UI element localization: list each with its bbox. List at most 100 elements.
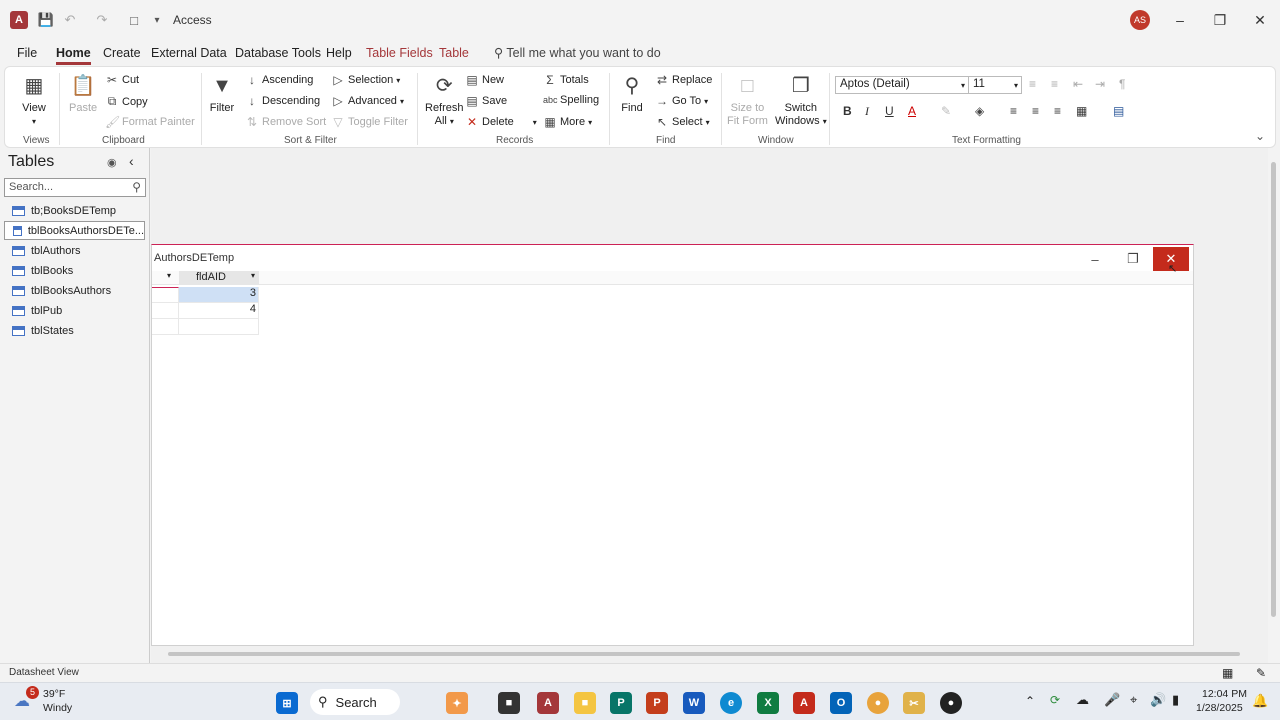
start-icon[interactable]: ⊞ <box>276 692 298 714</box>
gridlines-icon[interactable]: ▦ <box>1076 104 1087 118</box>
paste-button[interactable]: 📋 Paste <box>69 73 97 115</box>
nav-item-table[interactable]: tblBooksAuthors <box>4 281 145 300</box>
font-name-select[interactable]: Aptos (Detail) ▾ <box>835 76 969 94</box>
notification-bell-icon[interactable]: 🔔 <box>1252 693 1268 709</box>
datasheet-view-icon[interactable]: ▦ <box>1222 666 1233 680</box>
doc-minimize-button[interactable]: – <box>1077 247 1113 271</box>
tell-me-search[interactable]: ⚲ Tell me what you want to do <box>494 45 661 60</box>
table-cell[interactable]: 3 <box>179 287 259 303</box>
toggle-filter-button[interactable]: ▽ Toggle Filter <box>331 115 408 129</box>
cut-button[interactable]: ✂ Cut <box>105 73 139 87</box>
taskbar-search[interactable]: ⚲ Search <box>310 689 400 715</box>
switch-windows-button[interactable]: ❐ Switch Windows ▾ <box>775 73 827 128</box>
increase-indent-icon[interactable]: ⇥ <box>1095 77 1105 91</box>
align-center-icon[interactable]: ≡ <box>1032 104 1039 118</box>
underline-button[interactable]: U <box>885 104 894 118</box>
spelling-button[interactable]: abc Spelling <box>543 94 599 106</box>
nav-options-icon[interactable]: ◉ <box>107 156 117 169</box>
tab-home[interactable]: Home <box>56 46 91 65</box>
save-icon[interactable]: 💾 <box>37 11 55 29</box>
collapse-pane-icon[interactable]: ‹ <box>129 153 134 169</box>
doc-restore-button[interactable]: ❐ <box>1115 247 1151 271</box>
bullets-icon[interactable]: ≡ <box>1029 77 1036 91</box>
column-header-fldaid[interactable]: fldAID ▾ <box>179 271 259 285</box>
clock-date[interactable]: 1/28/2025 <box>1196 702 1243 714</box>
scroll-thumb[interactable] <box>1271 162 1276 617</box>
volume-icon[interactable]: 🔊 <box>1150 692 1166 708</box>
format-painter-button[interactable]: 🖌 Format Painter <box>105 115 195 129</box>
tab-database-tools[interactable]: Database Tools <box>235 46 321 60</box>
decrease-indent-icon[interactable]: ⇤ <box>1073 77 1083 91</box>
chrome-icon[interactable]: ● <box>867 692 889 714</box>
selection-button[interactable]: ▷ Selection ▾ <box>331 73 400 87</box>
clock-time[interactable]: 12:04 PM <box>1202 688 1247 700</box>
edge-icon[interactable]: e <box>720 692 742 714</box>
acrobat-icon[interactable]: A <box>793 692 815 714</box>
redo-icon[interactable]: ↷ <box>93 11 111 29</box>
font-size-select[interactable]: 11 ▾ <box>968 76 1022 94</box>
scroll-thumb[interactable] <box>168 652 1240 656</box>
battery-icon[interactable]: ▮ <box>1172 692 1179 708</box>
customize-icon[interactable]: □ <box>125 11 143 29</box>
outlook-icon[interactable]: O <box>830 692 852 714</box>
numbering-icon[interactable]: ≡ <box>1051 77 1058 91</box>
undo-icon[interactable]: ↶ <box>61 11 79 29</box>
tab-help[interactable]: Help <box>326 46 352 60</box>
design-view-icon[interactable]: ✎ <box>1256 666 1266 680</box>
sync-icon[interactable]: ⟳ <box>1050 693 1060 707</box>
microphone-icon[interactable]: 🎤 <box>1104 692 1120 708</box>
save-record-button[interactable]: ▤ Save <box>465 94 507 108</box>
highlight-icon[interactable]: ✎ <box>941 104 951 118</box>
word-icon[interactable]: W <box>683 692 705 714</box>
nav-item-table[interactable]: tb;BooksDETemp <box>4 201 145 220</box>
nav-item-table[interactable]: tblBooksAuthorsDETe... <box>4 221 145 240</box>
goto-button[interactable]: → Go To ▾ <box>655 94 708 108</box>
ascending-button[interactable]: ↓ Ascending <box>245 73 313 87</box>
delete-record-button[interactable]: ✕ Delete ▾ <box>465 115 537 129</box>
excel-icon[interactable]: X <box>757 692 779 714</box>
alternate-row-color-icon[interactable]: ▤ <box>1113 104 1124 118</box>
row-selector[interactable] <box>152 319 179 335</box>
collapse-ribbon-icon[interactable]: ⌄ <box>1255 129 1265 143</box>
paragraph-icon[interactable]: ¶ <box>1119 77 1125 91</box>
nav-item-table[interactable]: tblAuthors <box>4 241 145 260</box>
access-taskbar-icon[interactable]: A <box>537 692 559 714</box>
chevron-up-icon[interactable]: ⌃ <box>1025 694 1035 708</box>
tab-table-fields[interactable]: Table Fields <box>366 46 433 60</box>
task-view-icon[interactable]: ■ <box>498 692 520 714</box>
app-icon[interactable]: ● <box>940 692 962 714</box>
filter-button[interactable]: ▼ Filter <box>209 73 235 115</box>
horizontal-scrollbar[interactable] <box>151 648 1268 660</box>
align-right-icon[interactable]: ≡ <box>1054 104 1061 118</box>
file-explorer-icon[interactable]: ■ <box>574 692 596 714</box>
cloud-icon[interactable]: ☁ <box>1076 692 1089 708</box>
powerpoint-icon[interactable]: P <box>646 692 668 714</box>
bold-button[interactable]: B <box>843 104 852 118</box>
refresh-all-button[interactable]: ⟳ Refresh All ▾ <box>425 73 464 128</box>
fill-color-icon[interactable]: ◈ <box>975 104 984 118</box>
tab-create[interactable]: Create <box>103 46 141 60</box>
close-button[interactable]: ✕ <box>1245 8 1275 32</box>
chevron-down-icon[interactable]: ▾ <box>251 271 255 280</box>
tab-external-data[interactable]: External Data <box>151 46 227 60</box>
snipping-tool-icon[interactable]: ✂ <box>903 692 925 714</box>
row-selector[interactable] <box>152 287 179 303</box>
find-button[interactable]: ⚲ Find <box>619 73 645 115</box>
font-color-icon[interactable]: A <box>908 104 916 118</box>
qat-dropdown-icon[interactable]: ▾ <box>148 11 166 29</box>
replace-button[interactable]: ⇄ Replace <box>655 73 712 87</box>
size-to-fit-form-button[interactable]: □ Size to Fit Form <box>727 73 768 128</box>
table-cell[interactable]: 4 <box>179 303 259 319</box>
nav-search-input[interactable]: Search... ⚲ <box>4 178 146 197</box>
advanced-button[interactable]: ▷ Advanced ▾ <box>331 94 404 108</box>
row-selector[interactable] <box>152 303 179 319</box>
nav-item-table[interactable]: tblPub <box>4 301 145 320</box>
tab-table[interactable]: Table <box>439 46 469 60</box>
totals-button[interactable]: Σ Totals <box>543 73 588 87</box>
select-button[interactable]: ↖ Select ▾ <box>655 115 710 129</box>
avatar[interactable]: AS <box>1130 10 1150 30</box>
nav-item-table[interactable]: tblStates <box>4 321 145 340</box>
select-all-icon[interactable]: ▾ <box>167 271 171 280</box>
copy-button[interactable]: ⧉ Copy <box>105 94 148 109</box>
descending-button[interactable]: ↓ Descending <box>245 94 320 108</box>
